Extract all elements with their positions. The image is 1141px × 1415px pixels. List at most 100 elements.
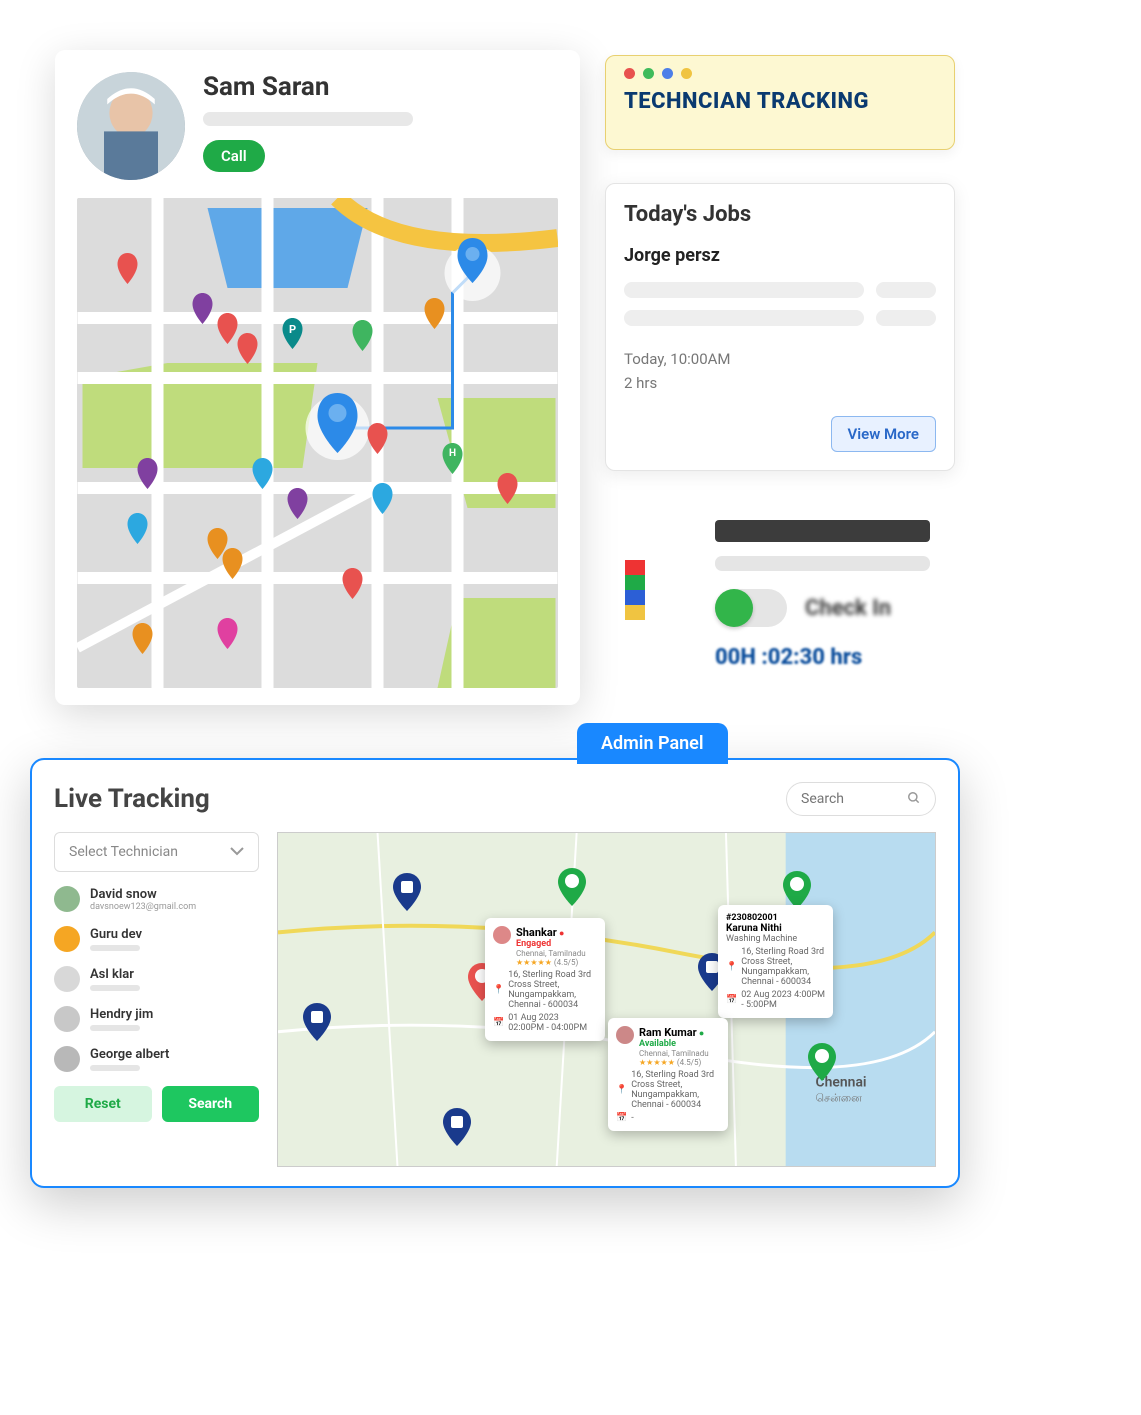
window-dot-red (624, 68, 635, 79)
popup-location: Chennai, Tamilnadu (639, 1049, 720, 1058)
technician-info: Asl klar (90, 967, 140, 991)
technician-item[interactable]: Hendry jim (54, 1006, 259, 1032)
skeleton-row (624, 310, 936, 326)
job-duration: 2 hrs (624, 374, 936, 392)
technician-name: George albert (90, 1047, 169, 1062)
map-pin-tech[interactable] (558, 868, 586, 906)
popup-ram[interactable]: Ram Kumar ● Available Chennai, Tamilnadu… (608, 1018, 728, 1131)
popup-job-datetime: 📅02 Aug 2023 4:00PM - 5:00PM (726, 990, 825, 1010)
location-icon: 📍 (726, 962, 737, 972)
profile-card: Sam Saran Call (55, 50, 580, 705)
checkin-hours: 00H :02:30 hrs (715, 645, 935, 670)
checkin-header-bar (715, 520, 930, 542)
window-dot-yellow (681, 68, 692, 79)
technician-info: David snow davsnoew123@gmail.com (90, 887, 196, 912)
avatar-icon (54, 1006, 80, 1032)
view-more-button[interactable]: View More (831, 416, 936, 452)
technician-select[interactable]: Select Technician (54, 832, 259, 872)
calendar-icon: 📅 (493, 1018, 504, 1028)
technician-info: George albert (90, 1047, 169, 1071)
popup-rating: ★★★★★ (4.5/5) (516, 958, 597, 967)
profile-name: Sam Saran (203, 72, 413, 102)
checkin-label: Check In (805, 596, 891, 621)
call-button[interactable]: Call (203, 140, 265, 172)
map-pin-tech[interactable] (808, 1043, 836, 1081)
calendar-icon: 📅 (726, 995, 737, 1005)
technician-name: David snow (90, 887, 196, 902)
popup-location: Chennai, Tamilnadu (516, 949, 597, 958)
search-button[interactable]: Search (162, 1086, 260, 1122)
admin-panel: Live Tracking Select Technician David sn… (30, 758, 960, 1188)
location-icon: 📍 (493, 985, 504, 995)
technician-item[interactable]: Guru dev (54, 926, 259, 952)
profile-map[interactable]: P H (77, 198, 558, 688)
technician-name: Guru dev (90, 927, 142, 942)
admin-title: Live Tracking (54, 784, 210, 814)
checkin-widget: Check In 00H :02:30 hrs (625, 520, 935, 670)
popup-job-id: #230802001 (726, 913, 825, 923)
technician-item[interactable]: George albert (54, 1046, 259, 1072)
tracking-title: TECHNCIAN TRACKING (624, 89, 936, 114)
jobs-customer: Jorge persz (624, 245, 936, 266)
skeleton-row (624, 282, 936, 298)
technician-list: David snow davsnoew123@gmail.com Guru de… (54, 886, 259, 1072)
skeleton-line (90, 985, 140, 991)
window-dot-blue (662, 68, 673, 79)
popup-job[interactable]: #230802001 Karuna Nithi Washing Machine … (718, 905, 833, 1018)
popup-address: 📍16, Sterling Road 3rd Cross Street, Nun… (616, 1070, 720, 1110)
tracking-banner: TECHNCIAN TRACKING (605, 55, 955, 150)
skeleton-bar (715, 556, 930, 571)
popup-name: Ram Kumar (639, 1026, 697, 1039)
chevron-down-icon (230, 844, 244, 860)
avatar-icon (54, 1046, 80, 1072)
skeleton-line (90, 1065, 140, 1071)
avatar-icon (54, 966, 80, 992)
legend-yellow (625, 605, 645, 620)
popup-rating: ★★★★★ (4.5/5) (639, 1058, 720, 1067)
admin-panel-tab[interactable]: Admin Panel (577, 723, 728, 764)
technician-item[interactable]: David snow davsnoew123@gmail.com (54, 886, 259, 912)
map-pin-tech[interactable] (783, 871, 811, 909)
map-pin-job[interactable] (393, 873, 421, 911)
popup-blank: 📅- (616, 1113, 720, 1123)
technician-info: Guru dev (90, 927, 142, 951)
technician-sidebar: Select Technician David snow davsnoew123… (54, 832, 259, 1167)
technician-name: Asl klar (90, 967, 140, 982)
search-icon (907, 790, 921, 809)
map-pin-job[interactable] (303, 1003, 331, 1041)
popup-address: 📍16, Sterling Road 3rd Cross Street, Nun… (493, 970, 597, 1010)
calendar-icon: 📅 (616, 1113, 627, 1123)
map-pin-job[interactable] (443, 1108, 471, 1146)
legend (625, 560, 645, 620)
popup-job-service: Washing Machine (726, 934, 825, 944)
technician-email: davsnoew123@gmail.com (90, 902, 196, 912)
skeleton-line (90, 945, 140, 951)
live-map[interactable]: Chennai சென்னை Shankar ● Engaged (277, 832, 936, 1167)
todays-jobs-card: Today's Jobs Jorge persz Today, 10:00AM … (605, 183, 955, 471)
window-controls (624, 68, 936, 79)
reset-button[interactable]: Reset (54, 1086, 152, 1122)
avatar-icon (493, 926, 511, 944)
search-box[interactable] (786, 782, 936, 816)
location-icon: 📍 (616, 1085, 627, 1095)
technician-info: Hendry jim (90, 1007, 153, 1031)
jobs-title: Today's Jobs (624, 202, 936, 227)
popup-shankar[interactable]: Shankar ● Engaged Chennai, Tamilnadu ★★★… (485, 918, 605, 1041)
technician-item[interactable]: Asl klar (54, 966, 259, 992)
job-time: Today, 10:00AM (624, 350, 936, 368)
popup-job-customer: Karuna Nithi (726, 923, 825, 934)
profile-info: Sam Saran Call (203, 72, 413, 180)
profile-avatar (77, 72, 185, 180)
select-placeholder: Select Technician (69, 844, 178, 860)
popup-job-address: 📍16, Sterling Road 3rd Cross Street, Nun… (726, 947, 825, 987)
popup-name: Shankar (516, 926, 557, 939)
popup-datetime: 📅01 Aug 2023 02:00PM - 04:00PM (493, 1013, 597, 1033)
skeleton-line (90, 1025, 140, 1031)
search-input[interactable] (801, 791, 899, 807)
checkin-toggle[interactable] (715, 589, 787, 627)
profile-header: Sam Saran Call (77, 72, 558, 180)
legend-red (625, 560, 645, 575)
legend-green (625, 575, 645, 590)
avatar-icon (54, 926, 80, 952)
avatar-icon (616, 1026, 634, 1044)
